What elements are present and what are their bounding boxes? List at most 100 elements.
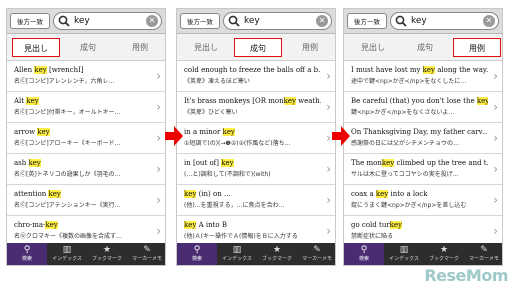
nav-item[interactable]: ⚲ 検索 xyxy=(177,243,217,265)
entry-text-part: in [out of] xyxy=(184,159,222,167)
entry-translation: 錠にうまく鍵<np>かぎ</np>を差し込む xyxy=(351,202,467,209)
entry-text: in a minor key xyxy=(184,127,321,137)
entry-translation: 名Ⓤクロマキー《複数の画像を合成す… xyxy=(14,233,123,240)
nav-item[interactable]: ✎ マーカーメモ xyxy=(464,243,502,265)
entry-translation: (他)…を重視する，…に焦点を合わ… xyxy=(184,202,285,209)
list-item[interactable]: The monkey climbed up the tree and t… サルは… xyxy=(344,154,502,185)
entry-text: attention key xyxy=(14,189,151,199)
search-bar: 後方一致 key ✕ xyxy=(344,9,502,34)
highlighted-keyword: key xyxy=(283,97,296,105)
tab-headword[interactable]: 見出し xyxy=(182,38,230,57)
clear-icon[interactable]: ✕ xyxy=(146,15,158,27)
entry-text-part: in a minor xyxy=(184,128,223,136)
search-input[interactable]: key ✕ xyxy=(53,12,162,30)
list-item[interactable]: Alt key 名Ⓒ[コンピ]付帯キー，オールトキー… › xyxy=(7,92,165,123)
entry-translation: 名Ⓒ[コンピ]アローキー《キーボード… xyxy=(14,140,121,147)
chevron-right-icon: › xyxy=(493,69,498,83)
nav-item[interactable]: ⚲ 検索 xyxy=(7,243,47,265)
list-item[interactable]: ash key 名Ⓒ[英]トネリコの翅果しか《羽毛の… › xyxy=(7,154,165,185)
nav-item[interactable]: ★ ブックマーク xyxy=(424,243,464,265)
nav-item[interactable]: ▥ インデックス xyxy=(384,243,424,265)
clear-icon[interactable]: ✕ xyxy=(316,15,328,27)
highlighted-keyword: key xyxy=(48,190,61,198)
list-item[interactable]: coax a key into a lock 錠にうまく鍵<np>かぎ</np>を… xyxy=(344,185,502,216)
chevron-right-icon: › xyxy=(493,162,498,176)
search-mode-button[interactable]: 後方一致 xyxy=(347,13,387,29)
entry-text-part: It's brass monkeys [OR mon xyxy=(184,97,284,105)
chevron-right-icon: › xyxy=(156,162,161,176)
nav-label: マーカーメモ xyxy=(132,256,162,262)
search-query-text: key xyxy=(74,16,90,26)
entry-text-part: into a lock xyxy=(388,190,428,198)
nav-item[interactable]: ▥ インデックス xyxy=(47,243,87,265)
list-item[interactable]: I must have lost my key along the way. 途中… xyxy=(344,61,502,92)
nav-item[interactable]: ★ ブックマーク xyxy=(87,243,127,265)
tab-example[interactable]: 用例 xyxy=(116,38,164,57)
result-list: I must have lost my key along the way. 途中… xyxy=(344,61,502,247)
list-item[interactable]: cold enough to freeze the balls off a b…… xyxy=(177,61,335,92)
highlighted-keyword: key xyxy=(184,221,197,229)
search-mode-button[interactable]: 後方一致 xyxy=(10,13,50,29)
entry-text: On Thanksgiving Day, my father carv… xyxy=(351,127,488,137)
list-item[interactable]: Allen key [wrenchⅠ] 名Ⓒ[コンピ]アレンレンチ，六角レ… › xyxy=(7,61,165,92)
tab-example[interactable]: 用例 xyxy=(453,38,501,57)
list-item[interactable]: attention key 名Ⓒ[コンピ]アテンションキー《実行… › xyxy=(7,185,165,216)
tab-phrase[interactable]: 成句 xyxy=(401,38,449,57)
tab-phrase[interactable]: 成句 xyxy=(64,38,112,57)
nav-label: マーカーメモ xyxy=(469,256,499,262)
search-query-text: key xyxy=(411,16,427,26)
nav-item[interactable]: ★ ブックマーク xyxy=(257,243,297,265)
search-mode-button[interactable]: 後方一致 xyxy=(180,13,220,29)
entry-translation: 名Ⓒ[コンピ]付帯キー，オールトキー… xyxy=(14,109,121,116)
entry-text: ash key xyxy=(14,158,151,168)
entry-text-part: arrow xyxy=(14,128,38,136)
chevron-right-icon: › xyxy=(156,69,161,83)
clear-icon[interactable]: ✕ xyxy=(483,15,495,27)
highlighted-keyword: key xyxy=(375,190,389,198)
tab-phrase[interactable]: 成句 xyxy=(234,38,282,57)
resemom-watermark: ReseMom xyxy=(424,266,508,285)
entry-text-part: along the way. xyxy=(435,66,488,74)
search-icon xyxy=(58,15,70,27)
entry-translation: (他)Ａ(キー操作でＡ(情報)をＢに入力する xyxy=(184,233,298,240)
chevron-right-icon: › xyxy=(156,131,161,145)
pencil-icon: ✎ xyxy=(480,245,488,255)
search-input[interactable]: key ✕ xyxy=(223,12,332,30)
highlighted-keyword: key xyxy=(221,159,234,167)
star-icon: ★ xyxy=(439,245,449,255)
list-item[interactable]: arrow key 名Ⓒ[コンピ]アローキー《キーボード… › xyxy=(7,123,165,154)
nav-item[interactable]: ⚲ 検索 xyxy=(344,243,384,265)
highlighted-keyword: key xyxy=(34,66,47,74)
list-item[interactable]: It's brass monkeys [OR monkey weath… 《英卑》… xyxy=(177,92,335,123)
chevron-right-icon: › xyxy=(326,193,331,207)
search-input[interactable]: key ✕ xyxy=(390,12,499,30)
list-item[interactable]: in a minor key ①短調で(の)(→❶②)②(作風など)落ち… › xyxy=(177,123,335,154)
entry-text: It's brass monkeys [OR monkey weath… xyxy=(184,96,321,106)
highlighted-keyword: key xyxy=(422,66,436,74)
bottom-tab-bar: ⚲ 検索 ▥ インデックス ★ ブックマーク ✎ マーカーメモ xyxy=(7,243,165,265)
list-item[interactable]: On Thanksgiving Day, my father carv… 感謝祭の… xyxy=(344,123,502,154)
list-item[interactable]: in [out of] key (…と)調和して(不調和で)(with) › xyxy=(177,154,335,185)
entry-translation: サルは木に登ってココヤシの実を投げ… xyxy=(351,171,459,178)
tab-headword[interactable]: 見出し xyxy=(12,38,60,57)
book-icon: ▥ xyxy=(232,245,242,255)
entry-text: Be careful (that) you don't lose the key xyxy=(351,96,488,106)
entry-text: I must have lost my key along the way. xyxy=(351,65,488,75)
nav-item[interactable]: ✎ マーカーメモ xyxy=(297,243,335,265)
nav-label: 検索 xyxy=(21,256,32,262)
list-item[interactable]: Be careful (that) you don't lose the key… xyxy=(344,92,502,123)
nav-item[interactable]: ▥ インデックス xyxy=(217,243,257,265)
entry-text-part: (in) on … xyxy=(196,190,231,198)
chevron-right-icon: › xyxy=(326,131,331,145)
nav-item[interactable]: ✎ マーカーメモ xyxy=(127,243,165,265)
right-arrow-icon xyxy=(332,126,350,146)
tab-headword[interactable]: 見出し xyxy=(349,38,397,57)
search-bar: 後方一致 key ✕ xyxy=(177,9,335,34)
entry-text: cold enough to freeze the balls off a b… xyxy=(184,65,321,75)
highlighted-keyword: key xyxy=(381,159,395,167)
entry-text: key (in) on … xyxy=(184,189,321,199)
tab-example[interactable]: 用例 xyxy=(286,38,334,57)
entry-text-part: [wrenchⅠ] xyxy=(46,66,84,74)
list-item[interactable]: key (in) on … (他)…を重視する，…に焦点を合わ… › xyxy=(177,185,335,216)
book-icon: ▥ xyxy=(62,245,72,255)
